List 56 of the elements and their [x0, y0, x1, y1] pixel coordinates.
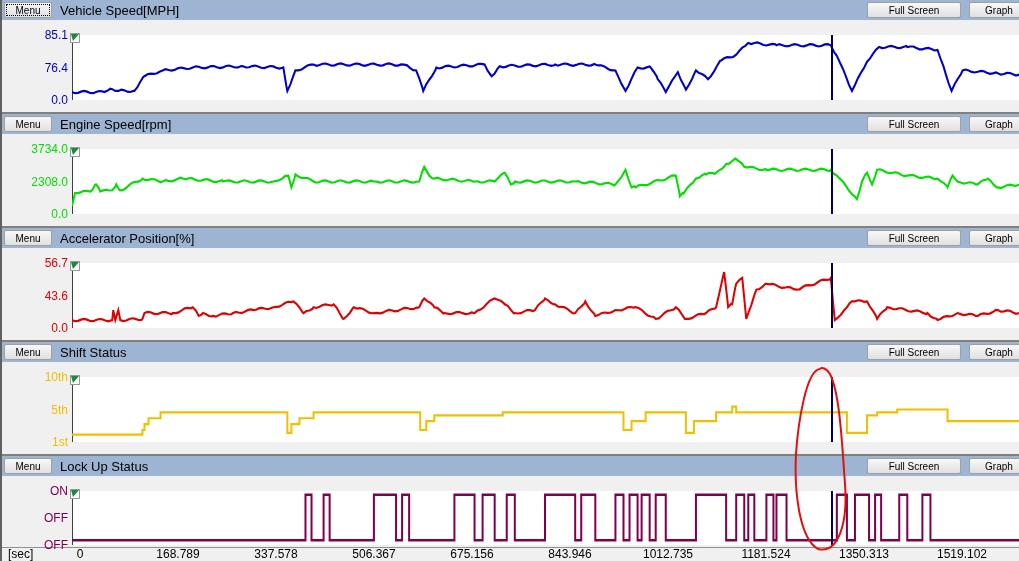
menu-button[interactable]: Menu [4, 344, 52, 360]
full-screen-button[interactable]: Full Screen [867, 230, 961, 246]
graph-button[interactable]: Graph [969, 458, 1019, 474]
axis-label: 76.4 [44, 61, 68, 74]
flag-icon[interactable] [70, 147, 80, 157]
menu-button[interactable]: Menu [4, 116, 52, 132]
flag-icon[interactable] [70, 375, 80, 385]
panel-title: Accelerator Position[%] [60, 230, 195, 246]
axis-label: 0.0 [51, 322, 68, 334]
axis-tick-label: 675.156 [450, 548, 494, 561]
graph-button[interactable]: Graph [969, 344, 1019, 360]
axis-label: OFF [44, 539, 68, 551]
axis-tick-label: 1012.735 [642, 548, 694, 561]
full-screen-button[interactable]: Full Screen [867, 116, 961, 132]
cursor-line[interactable] [830, 149, 833, 214]
flag-icon[interactable] [70, 261, 80, 271]
axis-tick-label: 337.578 [254, 548, 298, 561]
axis-unit: [sec] [8, 548, 34, 561]
flag-icon[interactable] [70, 33, 80, 43]
axis-label: 10th [44, 371, 68, 383]
menu-button[interactable]: Menu [4, 458, 52, 474]
axis-tick-label: 1350.313 [838, 548, 890, 561]
axis-label: 0.0 [51, 94, 68, 106]
axis-label: 3734.0 [31, 143, 68, 155]
axis-tick-label: 843.946 [548, 548, 592, 561]
panel-title: Vehicle Speed[MPH] [60, 2, 180, 18]
axis-label: 56.7 [44, 257, 68, 269]
axis-label: 5th [51, 403, 68, 416]
axis-label: 43.6 [44, 289, 68, 302]
axis-tick-label: 1519.102 [936, 548, 988, 561]
full-screen-button[interactable]: Full Screen [867, 2, 961, 18]
axis-label: OFF [44, 512, 68, 524]
axis-tick-label: 0 [76, 548, 84, 561]
panel-title: Shift Status [60, 344, 127, 360]
menu-button[interactable]: Menu [4, 2, 52, 18]
graph-button[interactable]: Graph [969, 116, 1019, 132]
cursor-line[interactable] [830, 263, 833, 328]
axis-tick-label: 1181.524 [741, 548, 791, 561]
panel-title: Engine Speed[rpm] [60, 116, 172, 132]
menu-button[interactable]: Menu [4, 230, 52, 246]
full-screen-button[interactable]: Full Screen [867, 458, 961, 474]
panel-title: Lock Up Status [60, 458, 149, 474]
flag-icon[interactable] [70, 489, 80, 499]
cursor-line[interactable] [830, 377, 833, 442]
axis-tick-label: 168.789 [156, 548, 200, 561]
axis-label: 0.0 [51, 208, 68, 220]
axis-label: ON [50, 485, 68, 497]
axis-label: 1st [52, 436, 68, 448]
graph-button[interactable]: Graph [969, 2, 1019, 18]
full-screen-button[interactable]: Full Screen [867, 344, 961, 360]
axis-label: 85.1 [44, 29, 68, 41]
graph-button[interactable]: Graph [969, 230, 1019, 246]
axis-label: 2308.0 [31, 175, 68, 188]
cursor-line[interactable] [830, 491, 833, 545]
cursor-line[interactable] [830, 35, 833, 100]
axis-tick-label: 506.367 [352, 548, 396, 561]
